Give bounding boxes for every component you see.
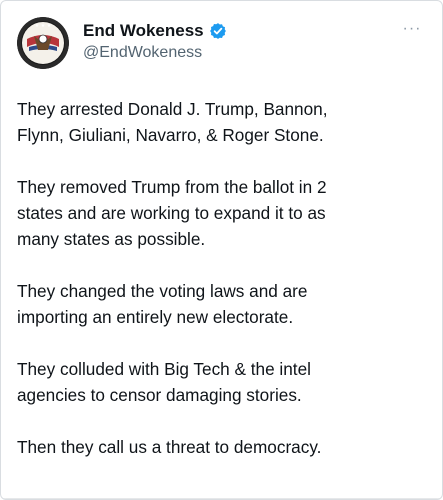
tweet-text: They arrested Donald J. Trump, Bannon, F… [17,96,427,460]
name-block: End Wokeness @EndWokeness [83,20,227,62]
handle[interactable]: @EndWokeness [83,44,227,62]
tweet-paragraph: Then they call us a threat to democracy. [17,437,322,457]
tweet-header: ★ ★ ★ End Wokeness @EndWokeness ··· [17,17,426,69]
svg-text:★ ★ ★: ★ ★ ★ [35,23,52,29]
display-name[interactable]: End Wokeness [83,21,204,41]
avatar[interactable]: ★ ★ ★ [17,17,69,69]
tweet-paragraph: They arrested Donald J. Trump, Bannon, F… [17,99,328,145]
eagle-flag-badge-icon: ★ ★ ★ [17,17,69,69]
more-horizontal-icon[interactable]: ··· [398,19,426,39]
tweet-card: ★ ★ ★ End Wokeness @EndWokeness ··· They… [0,0,443,500]
bottom-divider [1,498,442,499]
verified-badge-icon [209,22,227,40]
display-name-row: End Wokeness [83,20,227,42]
tweet-paragraph: They removed Trump from the ballot in 2 … [17,177,327,249]
tweet-paragraph: They colluded with Big Tech & the intel … [17,359,311,405]
tweet-paragraph: They changed the voting laws and are imp… [17,281,308,327]
